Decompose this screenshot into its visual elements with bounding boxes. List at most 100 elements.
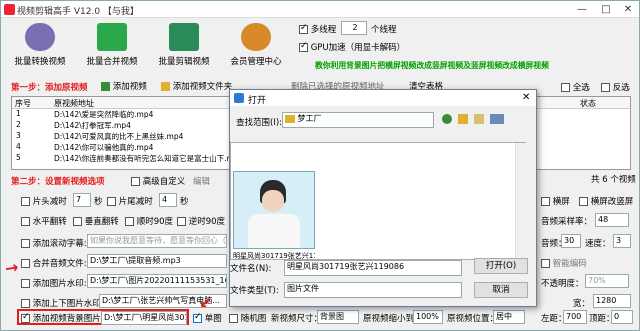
tail-cut-input[interactable]: 4 [159, 193, 177, 207]
title-bar: 视频剪辑高手 V12.0 【与我】 — □ ✕ [1, 1, 639, 18]
top-input[interactable]: 0 [611, 310, 633, 324]
look-in-select[interactable]: 梦工厂 [282, 112, 434, 128]
new-size-label: 新视频尺寸： [271, 314, 323, 324]
subtitle-option[interactable]: 添加滚动字幕: [21, 237, 87, 249]
top-bottom-option[interactable]: 添加上下图片水印: [21, 297, 104, 309]
rotate90-checkbox[interactable] [125, 217, 134, 226]
bg-path-input[interactable]: D:\梦工厂\明星风尚30171... [101, 311, 187, 325]
open-button[interactable]: 打开(O) [474, 258, 528, 274]
head-cut-checkbox[interactable] [21, 197, 30, 206]
rotate-ccw-label: 逆时90度 [188, 217, 226, 227]
bg-image-checkbox[interactable] [21, 312, 30, 323]
random-radio[interactable] [229, 314, 238, 323]
new-folder-icon[interactable] [474, 114, 484, 124]
step2-label: 第二步：设置新视频选项 [11, 177, 105, 187]
invert-button[interactable]: 反选 [601, 81, 630, 93]
landscape-checkbox[interactable] [541, 197, 550, 206]
member-icon [241, 23, 271, 51]
add-video-button[interactable]: 添加视频 [101, 80, 147, 92]
flip-v-checkbox[interactable] [73, 217, 82, 226]
width-input[interactable]: 1280 [593, 294, 631, 308]
filetype-select[interactable]: 图片文件 [284, 282, 462, 298]
row-path: D:\142\打拳冠军.mp4 [54, 121, 131, 130]
view-menu-icon[interactable] [490, 114, 504, 124]
rotate90-option[interactable]: 顺时90度 [125, 215, 173, 227]
speed-input[interactable]: 3 [613, 234, 631, 248]
gpu-option[interactable]: GPU加速（用显卡解码） [299, 41, 405, 53]
cancel-button[interactable]: 取消 [474, 282, 528, 298]
position-select[interactable]: 居中 [493, 310, 525, 324]
maximize-icon[interactable]: □ [595, 1, 617, 18]
main-window: 视频剪辑高手 V12.0 【与我】 — □ ✕ 批量转换视频 批量合并视频 批量… [0, 0, 640, 331]
new-size-select[interactable]: 背景图 [317, 310, 359, 324]
edit-button[interactable]: 编辑 [193, 175, 210, 187]
pic-watermark-checkbox[interactable] [21, 279, 30, 288]
pic-watermark-option[interactable]: 添加图片水印: [21, 277, 87, 289]
gpu-checkbox[interactable] [299, 41, 308, 52]
head-cut-option[interactable]: 片头减时 [21, 195, 67, 207]
subtitle-checkbox[interactable] [21, 239, 30, 248]
subtitle-input[interactable]: 如果你说我愿意等待，愿意等你回心（... [87, 234, 227, 248]
dialog-close-icon[interactable]: ✕ [522, 92, 530, 103]
left-input[interactable]: 700 [563, 310, 587, 324]
audio-path-input[interactable]: D:\梦工厂\提取音频.mp3 [87, 254, 227, 268]
edit-icon [169, 23, 199, 51]
flip-h-checkbox[interactable] [21, 217, 30, 226]
rotate-ccw-checkbox[interactable] [177, 217, 186, 226]
thumbnail-image[interactable] [233, 171, 315, 249]
add-folder-label: 添加视频文件夹 [172, 82, 233, 92]
smart-encode-option[interactable]: 智能编码 [541, 257, 587, 269]
up-folder-icon[interactable] [458, 114, 468, 124]
merge-audio-checkbox[interactable] [21, 259, 30, 268]
flip-v-option[interactable]: 垂直翻转 [73, 215, 119, 227]
multithread-checkbox[interactable] [299, 23, 308, 34]
head-cut-input[interactable]: 7 [73, 193, 91, 207]
look-in-value: 梦工厂 [297, 114, 322, 123]
vertical-scrollbar[interactable] [515, 143, 526, 259]
multithread-option[interactable]: 多线程 [299, 23, 336, 35]
bg-image-label: 添加视频背景图片 [32, 314, 101, 324]
merge-audio-option[interactable]: 合并音频文件: [21, 257, 87, 269]
filename-input[interactable]: 明星风尚301719张艺兴119086 [284, 260, 462, 276]
transparency-input[interactable]: 70% [585, 274, 629, 288]
bg-image-option[interactable]: 添加视频背景图片 [21, 312, 101, 324]
open-file-dialog[interactable]: 打开 ✕ 查找范围(I): 梦工厂 明星风尚301719张艺兴119... 文件… [229, 89, 537, 307]
random-image-option[interactable]: 随机图 [229, 312, 266, 324]
minimize-icon[interactable]: — [571, 1, 593, 18]
tail-cut-checkbox[interactable] [107, 197, 116, 206]
speed-audio-input[interactable]: 30 [561, 234, 581, 248]
flip-h-option[interactable]: 水平翻转 [21, 215, 67, 227]
top-bottom-checkbox[interactable] [21, 299, 30, 308]
add-folder-button[interactable]: 添加视频文件夹 [161, 80, 232, 92]
single-radio[interactable] [193, 312, 202, 323]
close-icon[interactable]: ✕ [617, 1, 639, 18]
member-center-button[interactable]: 会员管理中心 [225, 23, 287, 71]
dialog-title-bar: 打开 ✕ [230, 90, 536, 106]
rotate-ccw-option[interactable]: 逆时90度 [177, 215, 225, 227]
sample-rate-input[interactable]: 48 [595, 213, 629, 227]
select-all-button[interactable]: 全选 [561, 81, 590, 93]
invert-checkbox[interactable] [601, 83, 610, 92]
add-video-icon [101, 82, 110, 91]
batch-convert-button[interactable]: 批量转换视频 [9, 23, 71, 71]
file-list-area[interactable]: 明星风尚301719张艺兴119... [230, 142, 526, 260]
landscape-option[interactable]: 横屏 [541, 195, 570, 207]
thread-count-input[interactable]: 2 [341, 21, 367, 35]
shrink-select[interactable]: 100% [413, 310, 443, 324]
smart-encode-checkbox[interactable] [541, 259, 550, 268]
select-all-checkbox[interactable] [561, 83, 570, 92]
advanced-checkbox[interactable] [131, 177, 140, 186]
pic-path-input[interactable]: D:\梦工厂\图片20220111153531_16... [87, 274, 227, 288]
position-label: 原视频位置： [447, 314, 499, 324]
person-shirt [248, 214, 300, 248]
batch-edit-button[interactable]: 批量剪辑视频 [153, 23, 215, 71]
p2l-option[interactable]: 横屏改竖屏 [579, 195, 633, 207]
advanced-option[interactable]: 高级自定义 [131, 175, 185, 187]
batch-edit-label: 批量剪辑视频 [158, 57, 210, 67]
tail-cut-option[interactable]: 片尾减时 [107, 195, 153, 207]
back-icon[interactable] [442, 114, 452, 124]
p2l-checkbox[interactable] [579, 197, 588, 206]
single-image-option[interactable]: 单图 [193, 312, 222, 324]
batch-merge-button[interactable]: 批量合并视频 [81, 23, 143, 71]
merge-audio-label: 合并音频文件: [32, 259, 87, 269]
